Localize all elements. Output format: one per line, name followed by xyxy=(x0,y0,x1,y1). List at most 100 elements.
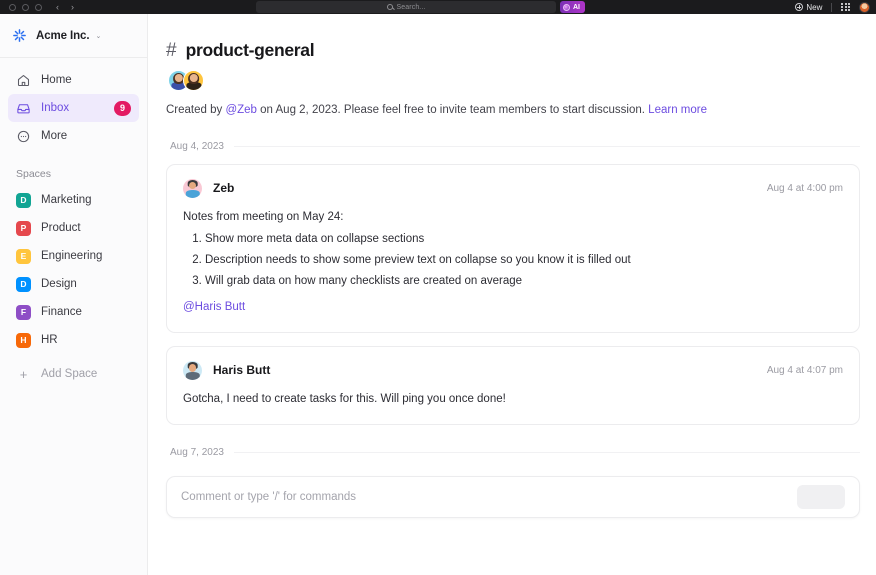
date-separator-second: Aug 7, 2023 xyxy=(170,447,860,458)
titlebar-actions: New xyxy=(795,0,870,14)
list-item: Show more meta data on collapse sections xyxy=(205,231,843,248)
creator-mention[interactable]: @Zeb xyxy=(225,104,257,116)
message-author: Zeb xyxy=(213,181,235,196)
spaces-section-title: Spaces xyxy=(16,168,52,180)
sidebar-item-home-label: Home xyxy=(41,74,72,86)
message-card: Haris Butt Aug 4 at 4:07 pm Gotcha, I ne… xyxy=(166,345,860,426)
inbox-icon xyxy=(16,101,31,116)
avatar[interactable] xyxy=(183,70,204,91)
sidebar-item-engineering[interactable]: E Engineering xyxy=(8,242,139,270)
search-placeholder: Search... xyxy=(396,3,426,11)
space-label-hr: HR xyxy=(41,334,58,346)
divider xyxy=(233,452,860,454)
inbox-unread-badge: 9 xyxy=(114,100,131,116)
description-pre: Created by xyxy=(166,104,226,116)
home-icon xyxy=(16,73,31,88)
plus-icon: + xyxy=(19,366,28,382)
space-chip-finance: F xyxy=(16,304,31,320)
sidebar-item-inbox[interactable]: Inbox 9 xyxy=(8,94,139,122)
ai-button[interactable]: AI xyxy=(560,1,585,13)
channel-description: Created by @Zeb on Aug 2, 2023. Please f… xyxy=(166,102,860,119)
acme-logo-icon xyxy=(12,28,27,43)
chevron-down-icon: ⌄ xyxy=(95,32,102,40)
message-author: Haris Butt xyxy=(213,363,271,378)
history-nav[interactable]: ‹ › xyxy=(56,2,74,12)
description-mid: on Aug 2, 2023. Please feel free to invi… xyxy=(256,104,649,116)
app-window: ‹ › Search... AI New Acme Inc. ⌄ Home In… xyxy=(0,0,876,575)
learn-more-link[interactable]: Learn more xyxy=(648,104,707,116)
sidebar: Acme Inc. ⌄ Home Inbox 9 More Spaces D M… xyxy=(0,14,148,575)
comment-placeholder: Comment or type '/' for commands xyxy=(181,491,357,504)
window-minimize-icon[interactable] xyxy=(22,3,29,11)
sidebar-item-more[interactable]: More xyxy=(8,122,139,150)
message-timestamp: Aug 4 at 4:07 pm xyxy=(766,364,843,376)
titlebar: ‹ › Search... AI New xyxy=(0,0,876,14)
date-separator-label: Aug 7, 2023 xyxy=(170,447,224,459)
workspace-switcher[interactable]: Acme Inc. ⌄ xyxy=(0,14,147,58)
sidebar-item-finance[interactable]: F Finance xyxy=(8,298,139,326)
message-body: Gotcha, I need to create tasks for this.… xyxy=(183,392,506,405)
ai-label: AI xyxy=(573,3,580,11)
page-title: # product-general xyxy=(166,40,860,61)
spaces-list: D Marketing P Product E Engineering D De… xyxy=(0,186,147,354)
space-label-finance: Finance xyxy=(41,306,82,318)
apps-grid-icon[interactable] xyxy=(841,2,850,12)
message-header: Zeb Aug 4 at 4:00 pm xyxy=(183,178,843,198)
primary-nav: Home Inbox 9 More xyxy=(0,58,147,150)
user-avatar[interactable] xyxy=(859,1,870,13)
message-body: Notes from meeting on May 24: Show more … xyxy=(183,209,843,316)
comment-input[interactable]: Comment or type '/' for commands xyxy=(166,476,860,519)
space-label-product: Product xyxy=(41,222,81,234)
window-maximize-icon[interactable] xyxy=(35,3,42,11)
workspace-name: Acme Inc. xyxy=(36,29,90,42)
message-intro: Notes from meeting on May 24: xyxy=(183,210,344,223)
new-button[interactable]: New xyxy=(795,3,822,12)
add-space-label: Add Space xyxy=(41,368,98,380)
window-close-icon[interactable] xyxy=(9,3,16,11)
plus-circle-icon xyxy=(795,3,804,11)
space-label-marketing: Marketing xyxy=(41,194,92,206)
divider xyxy=(831,2,833,12)
sidebar-item-design[interactable]: D Design xyxy=(8,270,139,298)
space-chip-marketing: D xyxy=(16,192,31,208)
list-item: Description needs to show some preview t… xyxy=(205,252,843,269)
list-item: Will grab data on how many checklists ar… xyxy=(205,273,843,290)
date-separator-label: Aug 4, 2023 xyxy=(170,140,224,152)
sidebar-item-marketing[interactable]: D Marketing xyxy=(8,186,139,214)
space-label-design: Design xyxy=(41,278,77,290)
avatar[interactable] xyxy=(183,360,202,380)
sidebar-item-more-label: More xyxy=(41,130,68,142)
sidebar-item-hr[interactable]: H HR xyxy=(8,326,139,354)
space-label-engineering: Engineering xyxy=(41,250,103,262)
space-chip-product: P xyxy=(16,220,31,236)
message-header: Haris Butt Aug 4 at 4:07 pm xyxy=(183,360,843,380)
space-chip-design: D xyxy=(16,276,31,292)
search-input[interactable]: Search... xyxy=(256,1,556,13)
member-avatars[interactable] xyxy=(166,70,860,91)
search-icon xyxy=(386,4,393,10)
message-list: Show more meta data on collapse sections… xyxy=(183,231,843,291)
sidebar-item-inbox-label: Inbox xyxy=(41,102,70,114)
message-card: Zeb Aug 4 at 4:00 pm Notes from meeting … xyxy=(166,163,860,333)
main-content: # product-general Created by @Zeb on Aug… xyxy=(148,14,876,575)
channel-name: product-general xyxy=(185,40,315,60)
window-controls[interactable] xyxy=(0,3,42,11)
ai-icon xyxy=(563,3,570,11)
more-circle-icon xyxy=(16,129,31,144)
message-mention[interactable]: @Haris Butt xyxy=(183,299,843,316)
space-chip-hr: H xyxy=(16,332,31,348)
forward-icon[interactable]: › xyxy=(71,2,74,12)
app-body: Acme Inc. ⌄ Home Inbox 9 More Spaces D M… xyxy=(0,14,876,575)
add-space-button[interactable]: + Add Space xyxy=(8,360,139,388)
new-button-label: New xyxy=(806,2,823,12)
hash-icon: # xyxy=(166,40,177,61)
space-chip-engineering: E xyxy=(16,248,31,264)
sidebar-item-home[interactable]: Home xyxy=(8,66,139,94)
avatar[interactable] xyxy=(183,178,202,198)
send-comment-button[interactable] xyxy=(797,485,845,510)
back-icon[interactable]: ‹ xyxy=(56,2,59,12)
date-separator-first: Aug 4, 2023 xyxy=(170,141,860,152)
divider xyxy=(233,145,860,147)
sidebar-item-product[interactable]: P Product xyxy=(8,214,139,242)
message-timestamp: Aug 4 at 4:00 pm xyxy=(766,182,843,194)
